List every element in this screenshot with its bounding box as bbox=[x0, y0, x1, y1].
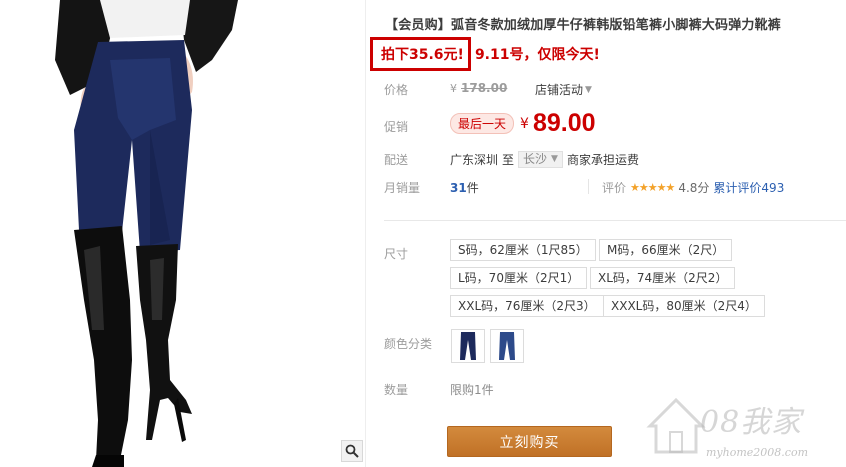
price-label: 价格 bbox=[384, 83, 409, 97]
color-option-dark-blue[interactable] bbox=[451, 329, 485, 363]
sale-price-row: 最后一天 ¥ 89.00 bbox=[450, 109, 596, 138]
rating-label: 评价 bbox=[602, 181, 627, 195]
product-image[interactable] bbox=[0, 0, 365, 467]
size-option-xxxl[interactable]: XXXL码，80厘米（2尺4） bbox=[603, 295, 765, 317]
quantity-label: 数量 bbox=[384, 383, 409, 397]
rating-row: 评价 ★★★★★ 4.8分 累计评价493 bbox=[602, 179, 784, 196]
image-divider bbox=[365, 0, 366, 467]
sale-price: 89.00 bbox=[532, 109, 596, 137]
promo-line: 拍下35.6元! 9.11号，仅限今天! bbox=[370, 36, 600, 72]
sales-count: 31 bbox=[450, 181, 467, 195]
color-label: 颜色分类 bbox=[384, 337, 433, 351]
sales-unit: 件 bbox=[466, 181, 479, 195]
purchase-limit: 限购1件 bbox=[450, 383, 494, 397]
total-reviews-link[interactable]: 累计评价493 bbox=[713, 179, 784, 196]
magnifier-icon bbox=[345, 444, 359, 458]
color-option-blue[interactable] bbox=[490, 329, 524, 363]
monthly-sales-label: 月销量 bbox=[384, 181, 421, 195]
destination-select[interactable]: 长沙 ▼ bbox=[518, 151, 563, 168]
shipping-note: 商家承担运费 bbox=[566, 153, 639, 167]
promotion-label: 促销 bbox=[384, 120, 409, 134]
watermark-url: myhome2008.com bbox=[706, 446, 808, 459]
shop-activity-label: 店铺活动 bbox=[535, 83, 584, 97]
star-rating-icon: ★★★★★ bbox=[630, 181, 675, 194]
jeans-thumbnail-icon bbox=[460, 332, 476, 360]
promo-highlight: 拍下35.6元! bbox=[370, 37, 471, 71]
destination-city: 长沙 bbox=[523, 152, 548, 166]
section-divider bbox=[384, 220, 846, 221]
size-option-m[interactable]: M码，66厘米（2尺） bbox=[599, 239, 733, 261]
size-option-s[interactable]: S码，62厘米（1尺85） bbox=[450, 239, 596, 261]
zoom-button[interactable] bbox=[341, 440, 363, 462]
watermark-brand: 08我家 bbox=[700, 405, 803, 440]
delivery-origin: 广东深圳 bbox=[450, 153, 499, 167]
size-option-xxl[interactable]: XXL码，76厘米（2尺3） bbox=[450, 295, 604, 317]
delivery-to: 至 bbox=[502, 153, 515, 167]
rating-score: 4.8分 bbox=[678, 181, 710, 195]
size-label: 尺寸 bbox=[384, 247, 409, 261]
original-price: 178.00 bbox=[461, 81, 508, 95]
monthly-sales-value: 31件 bbox=[450, 179, 479, 196]
original-price-row: ¥ 178.00 bbox=[450, 81, 507, 95]
size-option-l[interactable]: L码，70厘米（2尺1） bbox=[450, 267, 588, 289]
buy-now-button[interactable]: 立刻购买 bbox=[447, 426, 612, 457]
jeans-thumbnail-icon bbox=[499, 332, 515, 360]
delivery-row: 广东深圳 至 长沙 ▼ 商家承担运费 bbox=[450, 151, 639, 168]
product-title: 【会员购】弧音冬款加绒加厚牛仔裤韩版铅笔裤小脚裤大码弹力靴裤 bbox=[385, 18, 782, 33]
last-day-badge: 最后一天 bbox=[450, 113, 515, 134]
chevron-down-icon: ▼ bbox=[585, 84, 592, 95]
size-option-xl[interactable]: XL码，74厘米（2尺2） bbox=[590, 267, 736, 289]
currency-symbol: ¥ bbox=[450, 81, 457, 95]
delivery-label: 配送 bbox=[384, 153, 409, 167]
currency-symbol: ¥ bbox=[520, 115, 529, 132]
shop-activity-dropdown[interactable]: 店铺活动 ▼ bbox=[535, 81, 592, 98]
chevron-down-icon: ▼ bbox=[551, 154, 558, 164]
promo-text: 9.11号，仅限今天! bbox=[474, 47, 600, 63]
separator bbox=[588, 179, 589, 194]
